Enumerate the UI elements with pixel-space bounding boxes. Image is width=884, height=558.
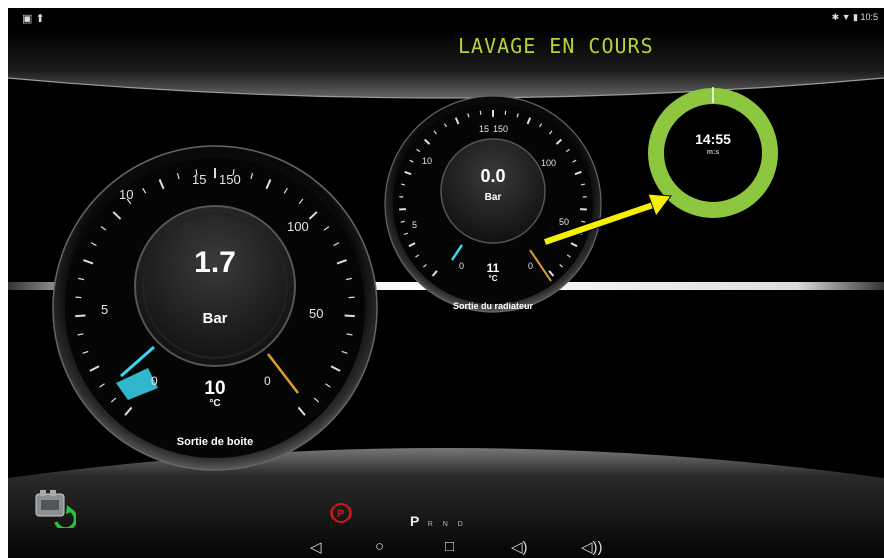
- gauge-tick-labels: 5 10 15 150 100 50 0 0 5 10 15 150 100 5…: [101, 124, 569, 388]
- nav-volume-down-button[interactable]: ◁): [511, 538, 528, 556]
- left-tick-100: 100: [287, 219, 309, 234]
- left-tick-zero-cold: 0: [151, 374, 158, 388]
- left-pressure-unit: Bar: [202, 310, 228, 327]
- status-bar: ▣ ⬆ ✱ ▼ ▮ 10:5: [8, 8, 884, 30]
- dashboard-screen: 5 10 15 150 100 50 0 0 5 10 15 150 100 5…: [8, 8, 884, 558]
- gear-selector: P R N D: [410, 513, 467, 531]
- right-tick-15: 15: [479, 124, 489, 134]
- wash-status-title: LAVAGE EN COURS: [458, 34, 654, 58]
- nav-recents-button[interactable]: □: [445, 538, 454, 555]
- left-tick-15: 15: [192, 172, 206, 187]
- parking-brake-icon: P: [330, 502, 352, 524]
- right-tick-10: 10: [422, 156, 432, 166]
- engine-refresh-icon[interactable]: [32, 488, 78, 531]
- right-temp-value: 11: [486, 261, 500, 275]
- left-temp-unit: °C: [209, 398, 221, 409]
- right-temp-unit: °C: [488, 274, 498, 283]
- left-pressure-value: 1.7: [194, 246, 236, 279]
- right-tick-150: 150: [493, 124, 508, 134]
- right-gauge-label: Sortie du radiateur: [452, 301, 533, 311]
- right-tick-100: 100: [541, 158, 556, 168]
- svg-text:P: P: [337, 508, 344, 520]
- left-tick-zero-hot: 0: [264, 374, 271, 388]
- timer-time: 14:55: [695, 131, 731, 147]
- right-pressure-value: 0.0: [480, 166, 506, 186]
- right-tick-5: 5: [412, 220, 417, 230]
- left-temp-value: 10: [204, 378, 226, 399]
- right-tick-50: 50: [559, 217, 569, 227]
- right-pressure-unit: Bar: [484, 192, 502, 203]
- left-tick-150: 150: [219, 172, 241, 187]
- gear-others: R N D: [427, 521, 467, 528]
- right-tick-zero-cold: 0: [459, 261, 464, 271]
- nav-home-button[interactable]: ○: [375, 538, 384, 555]
- right-tick-zero-hot: 0: [528, 261, 533, 271]
- timer-unit: m:s: [706, 149, 720, 156]
- nav-volume-up-button[interactable]: ◁)): [581, 538, 603, 556]
- left-tick-5: 5: [101, 302, 108, 317]
- status-right-icons: ✱ ▼ ▮ 10:5: [831, 12, 878, 22]
- nav-back-button[interactable]: ◁: [310, 538, 322, 556]
- left-tick-50: 50: [309, 306, 323, 321]
- left-tick-10: 10: [119, 187, 133, 202]
- gear-active: P: [410, 513, 420, 529]
- status-left-icons: ▣ ⬆: [22, 13, 45, 25]
- left-gauge-label: Sortie de boite: [176, 436, 254, 448]
